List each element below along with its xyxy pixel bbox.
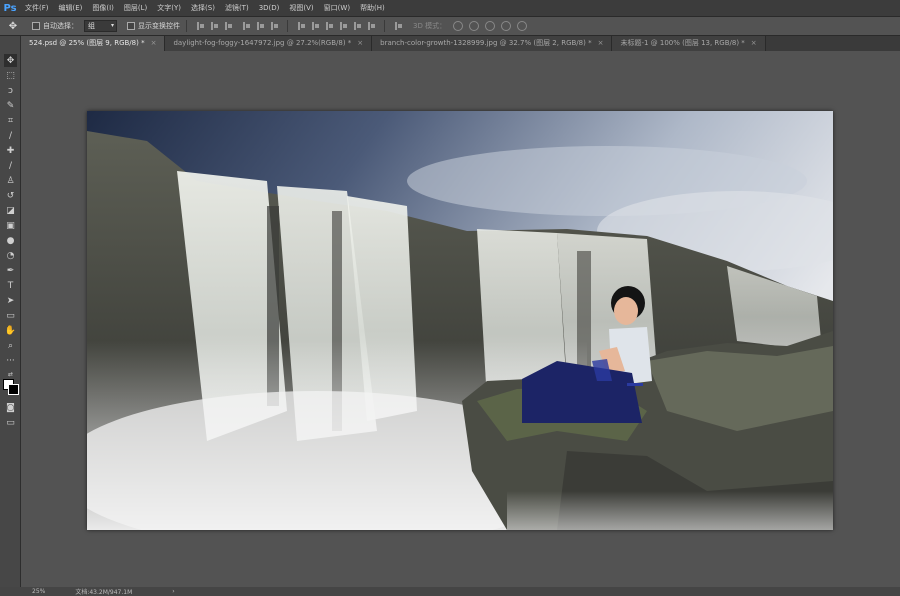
hand-icon[interactable]: ✋ [4, 324, 17, 337]
align-hcenter-icon[interactable] [255, 21, 265, 31]
background-color[interactable] [8, 384, 19, 395]
close-icon[interactable]: × [357, 39, 363, 47]
align-right-icon[interactable] [269, 21, 279, 31]
dodge-icon[interactable]: ◔ [4, 249, 17, 262]
close-icon[interactable]: × [151, 39, 157, 47]
path-select-icon[interactable]: ➤ [4, 294, 17, 307]
menu-select[interactable]: 选择(S) [186, 0, 220, 16]
quick-select-icon[interactable]: ✎ [4, 99, 17, 112]
marquee-icon[interactable]: ⬚ [4, 69, 17, 82]
divider [186, 20, 187, 32]
zoom-level[interactable]: 25% [32, 588, 45, 595]
tab-524[interactable]: 524.psd @ 25% (图层 9, RGB/8) * × [21, 36, 166, 51]
tab-label: branch-color-growth-1328999.jpg @ 32.7% … [380, 39, 592, 47]
menu-view[interactable]: 视图(V) [284, 0, 318, 16]
tab-branch-color[interactable]: branch-color-growth-1328999.jpg @ 32.7% … [372, 36, 613, 51]
move-tool-preset-icon[interactable]: ✥ [0, 17, 26, 35]
tab-daylight-fog[interactable]: daylight-fog-foggy-1647972.jpg @ 27.2%(R… [165, 36, 373, 51]
tab-label: 524.psd @ 25% (图层 9, RGB/8) * [29, 39, 145, 47]
gradient-icon[interactable]: ▣ [4, 219, 17, 232]
3d-drag-icon[interactable] [485, 21, 496, 31]
distribute-vcenter-icon[interactable] [310, 21, 320, 31]
menu-bar: Ps 文件(F) 编辑(E) 图像(I) 图层(L) 文字(Y) 选择(S) 滤… [0, 0, 900, 16]
show-transform-label: 显示变换控件 [138, 22, 180, 30]
3d-slide-icon[interactable] [501, 21, 512, 31]
menu-layer[interactable]: 图层(L) [119, 0, 152, 16]
doc-size: 文档:43.2M/947.1M [75, 589, 133, 596]
tools-panel: ✥ ⬚ ↄ ✎ ⌗ ∕ ✚ ∕ ♙ ↺ ◪ ▣ ● ◔ ✒ T ➤ ▭ ✋ ⌕ … [0, 36, 21, 596]
menu-window[interactable]: 窗口(W) [319, 0, 355, 16]
align-top-icon[interactable] [195, 21, 205, 31]
menu-3d[interactable]: 3D(D) [254, 0, 285, 16]
divider [287, 20, 288, 32]
more-icon[interactable]: ··· [4, 354, 17, 367]
healing-icon[interactable]: ✚ [4, 144, 17, 157]
workspace[interactable] [21, 51, 900, 587]
tab-untitled[interactable]: 未标题-1 @ 100% (图层 13, RGB/8) * × [612, 36, 766, 51]
close-icon[interactable]: × [751, 39, 757, 47]
eyedropper-icon[interactable]: ∕ [4, 129, 17, 142]
menu-edit[interactable]: 编辑(E) [54, 0, 88, 16]
pen-icon[interactable]: ✒ [4, 264, 17, 277]
tab-label: daylight-fog-foggy-1647972.jpg @ 27.2%(R… [173, 39, 352, 47]
history-brush-icon[interactable]: ↺ [4, 189, 17, 202]
type-icon[interactable]: T [4, 279, 17, 292]
auto-select-checkbox[interactable] [32, 22, 40, 30]
divider [384, 20, 385, 32]
quick-mask-icon[interactable]: ◙ [4, 401, 17, 414]
show-transform-checkbox[interactable] [127, 22, 135, 30]
screen-mode-icon[interactable]: ▭ [4, 416, 17, 429]
brush-icon[interactable]: ∕ [4, 159, 17, 172]
shape-icon[interactable]: ▭ [4, 309, 17, 322]
distribute-left-icon[interactable] [338, 21, 348, 31]
tab-label: 未标题-1 @ 100% (图层 13, RGB/8) * [620, 39, 745, 47]
app-logo: Ps [3, 2, 17, 14]
stamp-icon[interactable]: ♙ [4, 174, 17, 187]
zoom-icon[interactable]: ⌕ [4, 339, 17, 352]
distribute-bottom-icon[interactable] [324, 21, 334, 31]
menu-file[interactable]: 文件(F) [20, 0, 54, 16]
status-bar: 25% 文档:43.2M/947.1M › [0, 587, 900, 596]
blur-icon[interactable]: ● [4, 234, 17, 247]
crop-icon[interactable]: ⌗ [4, 114, 17, 127]
options-bar: ✥ 自动选择： 组 显示变换控件 3D 模式： [0, 16, 900, 36]
menu-image[interactable]: 图像(I) [87, 0, 119, 16]
move-icon[interactable]: ✥ [4, 54, 17, 67]
distribute-top-icon[interactable] [296, 21, 306, 31]
menu-help[interactable]: 帮助(H) [355, 0, 390, 16]
3d-scale-icon[interactable] [517, 21, 528, 31]
menu-filter[interactable]: 滤镜(T) [220, 0, 254, 16]
status-menu-arrow[interactable]: › [172, 588, 174, 595]
distribute-hcenter-icon[interactable] [352, 21, 362, 31]
auto-select-dropdown[interactable]: 组 [84, 20, 117, 32]
lasso-icon[interactable]: ↄ [4, 84, 17, 97]
3d-rotate-icon[interactable] [453, 21, 464, 31]
document-tabs: 524.psd @ 25% (图层 9, RGB/8) * × daylight-… [21, 36, 900, 51]
align-left-icon[interactable] [241, 21, 251, 31]
auto-align-icon[interactable] [393, 21, 403, 31]
document-canvas[interactable] [87, 111, 833, 530]
distribute-right-icon[interactable] [366, 21, 376, 31]
3d-roll-icon[interactable] [469, 21, 480, 31]
align-bottom-icon[interactable] [223, 21, 233, 31]
align-vcenter-icon[interactable] [209, 21, 219, 31]
waterfall-image [87, 111, 833, 530]
close-icon[interactable]: × [598, 39, 604, 47]
eraser-icon[interactable]: ◪ [4, 204, 17, 217]
menu-type[interactable]: 文字(Y) [152, 0, 186, 16]
3d-mode-label: 3D 模式： [413, 22, 447, 30]
auto-select-label: 自动选择： [43, 22, 78, 30]
